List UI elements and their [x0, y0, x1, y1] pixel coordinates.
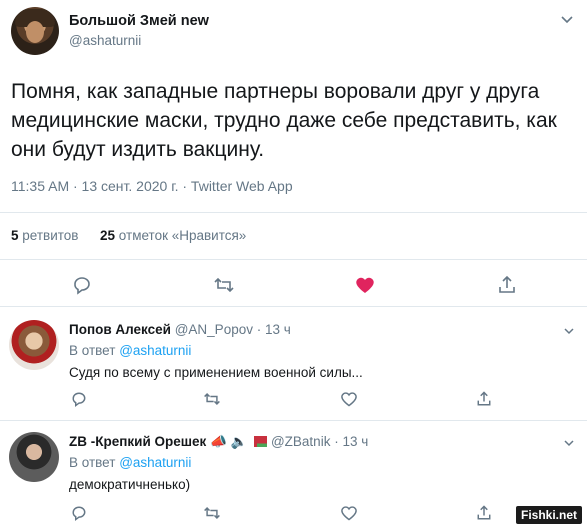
reply-text: демократичненько)	[69, 477, 191, 492]
retweet-icon[interactable]	[203, 504, 221, 522]
reply-icon[interactable]	[70, 504, 88, 522]
reply-tweet[interactable]: ZB -Крепкий Орешек 📣 🔈 @ZBatnik · 13 ч В…	[0, 420, 587, 528]
reply-author-handle[interactable]: @ZBatnik	[271, 434, 330, 449]
divider	[0, 212, 587, 213]
tweet-text: Помня, как западные партнеры воровали др…	[11, 80, 557, 161]
reply-tweet[interactable]: Попов Алексей @AN_Popov · 13 ч В ответ @…	[0, 306, 587, 420]
share-icon[interactable]	[496, 274, 518, 296]
tweet-stats: 5 ретвитов 25 отметок «Нравится»	[11, 228, 246, 243]
watermark: Fishki.net	[516, 506, 583, 524]
heart-icon[interactable]	[354, 274, 376, 296]
reply-author-name[interactable]: ZB -Крепкий Орешек	[69, 434, 206, 449]
author-handle[interactable]: @ashaturnii	[69, 33, 141, 48]
reply-time[interactable]: 13 ч	[265, 322, 291, 337]
likes-stat[interactable]: 25 отметок «Нравится»	[100, 228, 246, 243]
speaker-icon: 🔈	[230, 434, 248, 449]
reply-icon[interactable]	[71, 274, 93, 296]
reply-avatar[interactable]	[9, 320, 59, 370]
megaphone-icon: 📣	[210, 434, 227, 449]
chevron-down-icon[interactable]	[560, 12, 574, 26]
retweet-icon[interactable]	[213, 274, 235, 296]
reply-author-name[interactable]: Попов Алексей	[69, 322, 171, 337]
author-name[interactable]: Большой Змей new	[69, 13, 209, 29]
share-icon[interactable]	[475, 390, 493, 408]
belarus-flag-icon	[251, 436, 268, 447]
main-tweet: Большой Змей new @ashaturnii Помня, как …	[0, 0, 587, 306]
reply-time[interactable]: 13 ч	[342, 434, 368, 449]
heart-icon[interactable]	[340, 390, 358, 408]
divider	[0, 259, 587, 260]
author-avatar[interactable]	[11, 7, 59, 55]
retweets-stat[interactable]: 5 ретвитов	[11, 228, 78, 243]
share-icon[interactable]	[475, 504, 493, 522]
chevron-down-icon[interactable]	[563, 325, 575, 337]
reply-icon[interactable]	[70, 390, 88, 408]
reply-mention[interactable]: @ashaturnii	[119, 343, 191, 358]
reply-text: Судя по всему с применением военной силы…	[69, 365, 363, 380]
reply-to-line: В ответ @ashaturnii	[69, 343, 192, 358]
reply-to-line: В ответ @ashaturnii	[69, 455, 192, 470]
heart-icon[interactable]	[340, 504, 358, 522]
tweet-meta[interactable]: 11:35 AM · 13 сент. 2020 г. · Twitter We…	[11, 178, 293, 194]
reply-avatar[interactable]	[9, 432, 59, 482]
chevron-down-icon[interactable]	[563, 437, 575, 449]
reply-mention[interactable]: @ashaturnii	[119, 455, 191, 470]
reply-author-handle[interactable]: @AN_Popov	[175, 322, 253, 337]
retweet-icon[interactable]	[203, 390, 221, 408]
